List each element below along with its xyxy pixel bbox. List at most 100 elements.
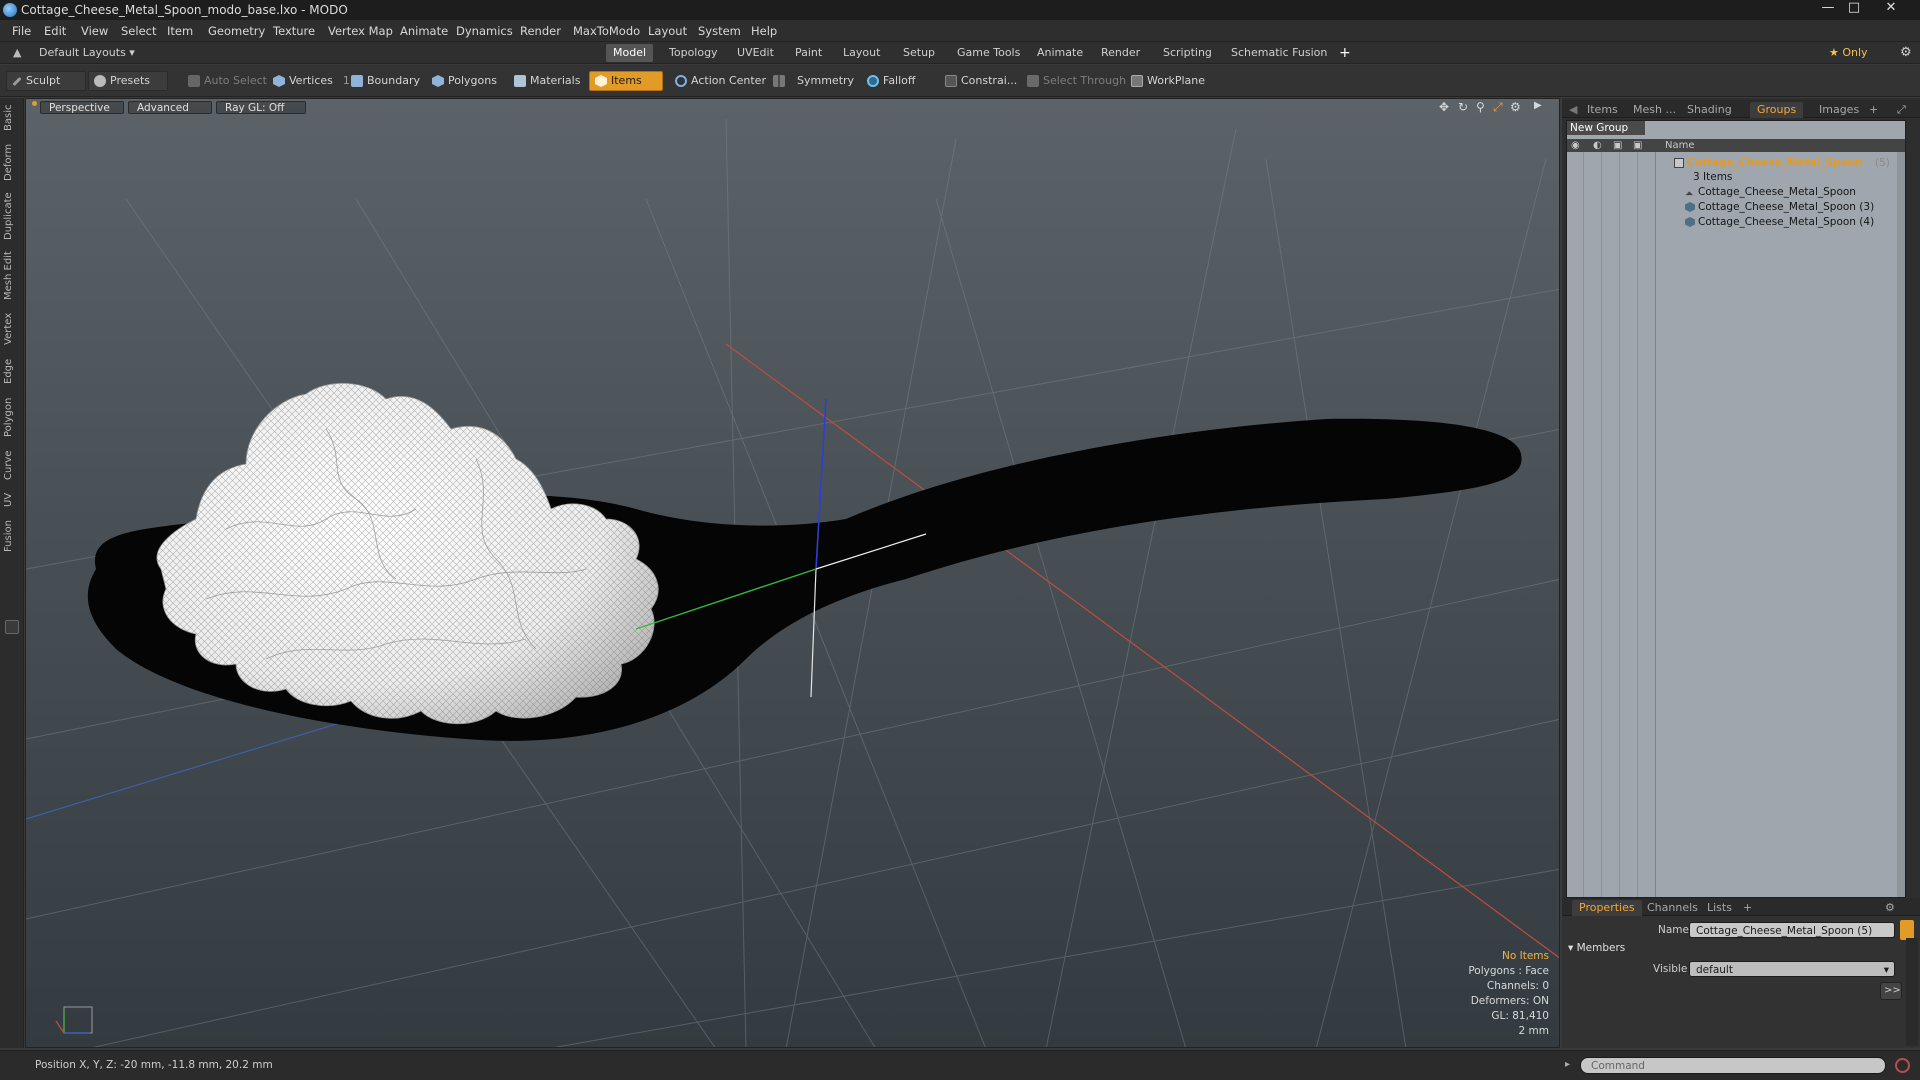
name-field[interactable]: Cottage_Cheese_Metal_Spoon (5)	[1689, 922, 1895, 938]
falloff-button[interactable]: Falloff	[862, 71, 920, 91]
menu-vertex-map[interactable]: Vertex Map	[328, 24, 393, 38]
group-child-row[interactable]: Cottage_Cheese_Metal_Spoon (3)	[1567, 200, 1905, 215]
minimize-button[interactable]: —	[1815, 0, 1841, 18]
layout-arrow-icon[interactable]: ▲	[6, 44, 28, 62]
pan-icon[interactable]: ✥	[1439, 100, 1449, 114]
add-layout-button[interactable]: +	[1332, 44, 1358, 62]
panel-add-tab-button[interactable]: +	[1862, 102, 1885, 118]
command-input[interactable]: Command	[1580, 1057, 1886, 1074]
left-tab-basic[interactable]: Basic	[3, 102, 21, 134]
menu-render[interactable]: Render	[520, 24, 561, 38]
layout-tab-schematic-fusion[interactable]: Schematic Fusion	[1224, 44, 1334, 62]
layout-tab-layout[interactable]: Layout	[836, 44, 887, 62]
symmetry-button[interactable]: Symmetry	[768, 71, 859, 91]
advanced-shading-button[interactable]: Advanced	[128, 101, 212, 114]
3d-viewport[interactable]: Perspective Advanced Ray GL: Off ✥ ↻ ⚲ ⤢…	[25, 98, 1560, 1048]
viewport-settings-gear-icon[interactable]: ⚙	[1510, 100, 1521, 114]
materials-button[interactable]: Materials	[509, 71, 585, 91]
panel-tab-groups[interactable]: Groups	[1750, 102, 1804, 118]
only-toggle-button[interactable]: ★ Only	[1822, 44, 1875, 62]
groups-scrollbar[interactable]	[1897, 152, 1905, 897]
select-through-button[interactable]: Select Through	[1022, 71, 1131, 91]
left-tab-uv[interactable]: UV	[3, 490, 21, 510]
menu-layout[interactable]: Layout	[648, 24, 687, 38]
props-settings-gear-icon[interactable]: ⚙	[1878, 900, 1902, 916]
command-stop-icon[interactable]	[1895, 1058, 1910, 1073]
zoom-icon[interactable]: ⚲	[1476, 100, 1485, 114]
left-tab-duplicate[interactable]: Duplicate	[3, 190, 21, 242]
ray-gl-button[interactable]: Ray GL: Off	[216, 101, 306, 114]
layout-tab-paint[interactable]: Paint	[788, 44, 829, 62]
layout-tab-render[interactable]: Render	[1094, 44, 1147, 62]
menu-select[interactable]: Select	[121, 24, 156, 38]
maximize-button[interactable]: □	[1841, 0, 1867, 18]
props-add-tab-button[interactable]: +	[1736, 900, 1759, 916]
props-tab-properties[interactable]: Properties	[1572, 900, 1642, 916]
left-tab-fusion[interactable]: Fusion	[3, 518, 21, 554]
layout-tab-topology[interactable]: Topology	[662, 44, 725, 62]
props-side-strip[interactable]	[1906, 938, 1918, 1046]
left-tab-deform[interactable]: Deform	[3, 142, 21, 182]
vertices-button[interactable]: Vertices 1	[268, 71, 355, 91]
visibility-column-eye-icon[interactable]: ◉	[1571, 139, 1580, 152]
layout-tab-uvedit[interactable]: UVEdit	[730, 44, 781, 62]
fit-view-icon[interactable]: ⤢	[1493, 100, 1503, 115]
left-panel-toggle[interactable]	[5, 620, 19, 634]
panel-expand-icon[interactable]: ⤢	[1890, 102, 1913, 118]
select-column-icon[interactable]: ▣	[1633, 139, 1642, 152]
menu-animate[interactable]: Animate	[400, 24, 448, 38]
viewport-expand-icon[interactable]: ▶	[1534, 100, 1542, 111]
render-column-icon[interactable]: ◐	[1593, 139, 1602, 152]
workplane-button[interactable]: WorkPlane	[1126, 71, 1210, 91]
constrain-button[interactable]: Constrai...	[940, 71, 1022, 91]
panel-tab-shading[interactable]: Shading	[1680, 102, 1739, 118]
name-options-button[interactable]	[1900, 920, 1914, 940]
presets-button[interactable]: Presets	[88, 71, 168, 91]
workplane-icon	[1131, 75, 1143, 87]
action-center-button[interactable]: Action Center	[670, 71, 771, 91]
left-tab-edge[interactable]: Edge	[3, 356, 21, 386]
layout-tab-scripting[interactable]: Scripting	[1156, 44, 1219, 62]
layout-tab-animate[interactable]: Animate	[1030, 44, 1090, 62]
left-tab-vertex[interactable]: Vertex	[3, 310, 21, 348]
more-options-button[interactable]: >>	[1880, 982, 1902, 1000]
group-child-row[interactable]: ⏶ Cottage_Cheese_Metal_Spoon	[1567, 185, 1905, 200]
members-section-header[interactable]: ▾ Members	[1568, 942, 1625, 954]
props-tab-channels[interactable]: Channels	[1640, 900, 1705, 916]
menu-system[interactable]: System	[698, 24, 741, 38]
new-group-button[interactable]: New Group	[1567, 121, 1645, 135]
menu-texture[interactable]: Texture	[273, 24, 315, 38]
menu-maxtomodo[interactable]: MaxToModo	[573, 24, 640, 38]
left-tab-polygon[interactable]: Polygon	[3, 394, 21, 440]
menu-view[interactable]: View	[81, 24, 108, 38]
perspective-view-button[interactable]: Perspective	[40, 101, 124, 114]
menu-dynamics[interactable]: Dynamics	[456, 24, 513, 38]
props-tab-lists[interactable]: Lists	[1700, 900, 1739, 916]
rotate-view-icon[interactable]: ↻	[1458, 100, 1468, 114]
boundary-button[interactable]: Boundary	[346, 71, 425, 91]
layout-tab-game-tools[interactable]: Game Tools	[950, 44, 1027, 62]
auto-select-button[interactable]: Auto Select	[183, 71, 272, 91]
settings-gear-icon[interactable]: ⚙	[1893, 44, 1919, 62]
default-layouts-dropdown[interactable]: Default Layouts ▾	[32, 44, 142, 62]
sculpt-button[interactable]: Sculpt	[6, 71, 86, 91]
menu-help[interactable]: Help	[751, 24, 777, 38]
layout-tab-model[interactable]: Model	[606, 44, 654, 62]
menu-geometry[interactable]: Geometry	[208, 24, 265, 38]
left-tab-mesh-edit[interactable]: Mesh Edit	[3, 250, 21, 302]
group-child-row[interactable]: Cottage_Cheese_Metal_Spoon (4)	[1567, 215, 1905, 230]
menu-edit[interactable]: Edit	[44, 24, 66, 38]
panel-tab-images[interactable]: Images	[1812, 102, 1866, 118]
items-button[interactable]: Items	[589, 71, 663, 91]
lock-column-icon[interactable]: ▣	[1613, 139, 1622, 152]
left-tab-curve[interactable]: Curve	[3, 448, 21, 482]
close-button[interactable]: ✕	[1868, 0, 1914, 18]
panel-tab-items[interactable]: Items	[1580, 102, 1625, 118]
polygons-button[interactable]: Polygons	[427, 71, 502, 91]
menu-file[interactable]: File	[12, 24, 31, 38]
group-row-root[interactable]: Cottage_Cheese_Metal_Spoon (5)	[1567, 156, 1905, 171]
panel-tab-mesh[interactable]: Mesh ...	[1626, 102, 1683, 118]
visible-dropdown[interactable]: default ▾	[1689, 961, 1895, 977]
layout-tab-setup[interactable]: Setup	[896, 44, 942, 62]
menu-item[interactable]: Item	[167, 24, 193, 38]
